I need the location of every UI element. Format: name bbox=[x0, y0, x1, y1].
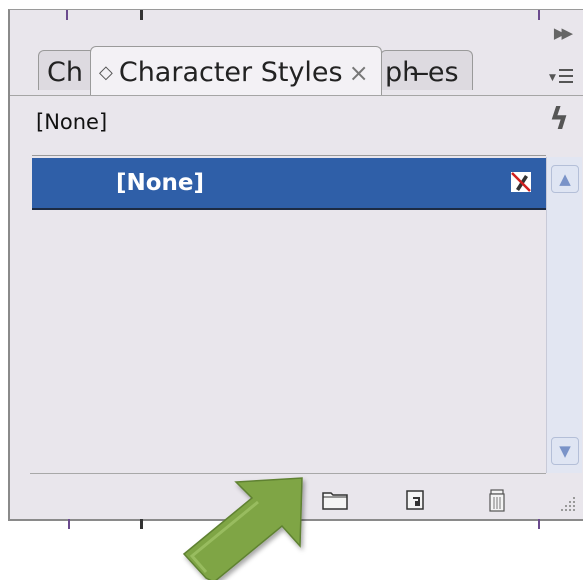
tab-label: ph ̶es bbox=[385, 57, 459, 88]
style-group-folder-icon[interactable] bbox=[320, 487, 350, 513]
character-styles-panel: ▶▶ ▼ Ch ph ̶es ◇ Character Styles × [None]… bbox=[8, 9, 583, 529]
close-tab-icon[interactable]: × bbox=[349, 59, 369, 87]
current-style-label: [None] bbox=[36, 110, 108, 134]
resize-grip-icon[interactable] bbox=[555, 491, 577, 513]
collapse-panel-icon[interactable]: ▶▶ bbox=[554, 24, 573, 42]
panel-edge-tick bbox=[140, 10, 143, 20]
styles-list: [None] bbox=[32, 155, 546, 472]
panel-edge-tick bbox=[538, 10, 540, 20]
quick-apply-icon[interactable]: ϟ bbox=[549, 102, 569, 137]
scroll-down-icon[interactable]: ▼ bbox=[551, 437, 579, 465]
tab-label: Character Styles bbox=[118, 57, 343, 88]
tab-character-styles[interactable]: ◇ Character Styles × bbox=[90, 46, 382, 96]
panel-edge-tick bbox=[66, 10, 68, 20]
panel-menu-icon[interactable]: ▼ bbox=[547, 64, 575, 86]
pointer-arrow-icon bbox=[182, 477, 303, 580]
tab-grip-icon: ◇ bbox=[99, 62, 113, 83]
list-item-label: [None] bbox=[116, 170, 205, 196]
tab-paragraph-styles[interactable]: ph ̶es bbox=[380, 50, 473, 90]
list-item[interactable]: [None] bbox=[32, 158, 546, 210]
new-style-icon[interactable] bbox=[400, 487, 430, 513]
no-edit-pen-icon bbox=[511, 172, 531, 192]
menu-arrow-icon: ▼ bbox=[549, 73, 556, 83]
tab-label: Ch bbox=[47, 57, 83, 88]
panel-edge-tick bbox=[140, 519, 143, 529]
vertical-scrollbar[interactable]: ▲ ▼ bbox=[546, 157, 582, 473]
scroll-up-icon[interactable]: ▲ bbox=[551, 165, 579, 193]
panel-edge-tick bbox=[68, 519, 70, 529]
panel-edge-tick bbox=[538, 519, 540, 529]
delete-style-icon[interactable] bbox=[482, 487, 512, 513]
tab-divider bbox=[10, 95, 583, 96]
